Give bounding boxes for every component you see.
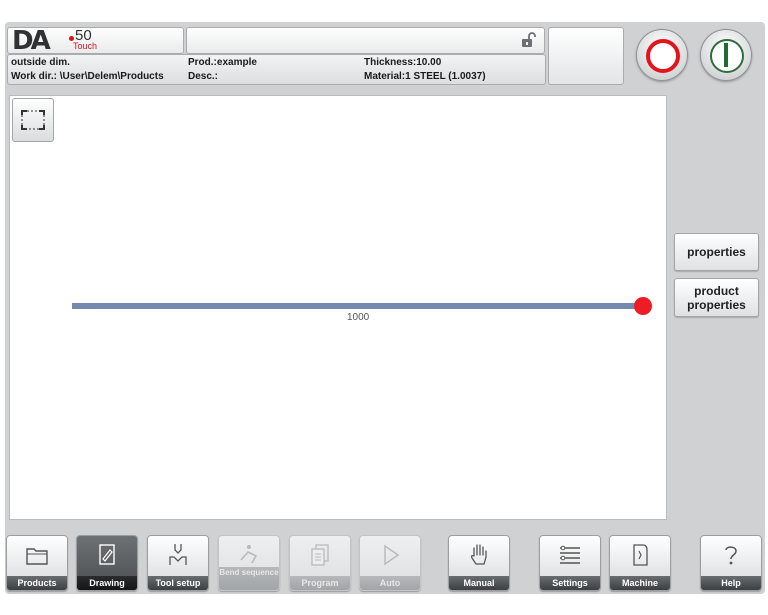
tab-machine[interactable]: Machine	[609, 535, 671, 591]
tab-tool-setup[interactable]: Tool setup	[147, 535, 209, 591]
tab-manual-label: Manual	[449, 576, 509, 590]
part-endpoint[interactable]	[634, 297, 652, 315]
tab-bend-sequence-label: Bend sequence	[219, 567, 279, 590]
tab-program-label: Program	[290, 576, 350, 590]
drawing-canvas[interactable]: 1000	[9, 95, 667, 520]
drawing-icon	[99, 544, 115, 565]
help-icon	[725, 546, 737, 565]
product-info-bar: outside dim. Work dir.: \User\Delem\Prod…	[7, 54, 546, 85]
lock-open-icon[interactable]	[520, 32, 536, 48]
fit-view-icon	[21, 110, 45, 130]
tab-help-label: Help	[701, 576, 761, 590]
tab-auto[interactable]: Auto	[359, 535, 421, 591]
settings-icon	[560, 545, 580, 564]
stop-icon	[646, 39, 680, 73]
hand-icon	[470, 544, 487, 565]
start-bar-icon	[724, 43, 728, 67]
tab-settings[interactable]: Settings	[539, 535, 601, 591]
tab-drawing-label: Drawing	[77, 576, 137, 590]
tab-manual[interactable]: Manual	[448, 535, 510, 591]
product-properties-label-2: properties	[687, 297, 746, 312]
tool-icon	[169, 544, 187, 565]
description-label: Desc.:	[188, 71, 219, 82]
properties-button[interactable]: properties	[674, 233, 759, 271]
logo: DA 50 Touch	[7, 26, 184, 56]
tab-program[interactable]: Program	[289, 535, 351, 591]
thickness-label: Thickness:10.00	[364, 57, 442, 68]
product-properties-label-1: product	[694, 283, 739, 298]
tab-products-label: Products	[7, 576, 67, 590]
message-bar	[186, 27, 545, 54]
tab-bend-sequence[interactable]: Bend sequence	[218, 535, 280, 591]
part-line[interactable]	[72, 303, 642, 309]
mode-label: outside dim.	[11, 57, 70, 68]
logo-brand: DA	[12, 26, 51, 56]
dimension-label[interactable]: 1000	[347, 312, 369, 323]
tab-settings-label: Settings	[540, 576, 600, 590]
play-icon	[384, 544, 400, 566]
stop-button[interactable]	[636, 29, 688, 81]
tab-help[interactable]: Help	[700, 535, 762, 591]
logo-suffix: Touch	[73, 41, 98, 51]
work-dir-label: Work dir.: \User\Delem\Products	[11, 71, 164, 82]
product-name-label: Prod.:example	[188, 57, 257, 68]
tab-machine-label: Machine	[610, 576, 670, 590]
product-properties-button[interactable]: product properties	[674, 278, 759, 317]
tab-products[interactable]: Products	[6, 535, 68, 591]
start-button[interactable]	[700, 29, 752, 81]
tab-drawing[interactable]: Drawing	[76, 535, 138, 591]
tab-auto-label: Auto	[360, 576, 420, 590]
program-icon	[311, 544, 329, 566]
material-label: Material:1 STEEL (1.0037)	[364, 71, 486, 82]
bend-icon	[240, 545, 258, 564]
machine-icon	[633, 544, 648, 566]
zoom-fit-button[interactable]	[12, 98, 54, 142]
properties-label: properties	[687, 245, 746, 259]
folder-icon	[26, 548, 48, 565]
tab-tool-setup-label: Tool setup	[148, 576, 208, 590]
status-panel	[548, 27, 624, 85]
